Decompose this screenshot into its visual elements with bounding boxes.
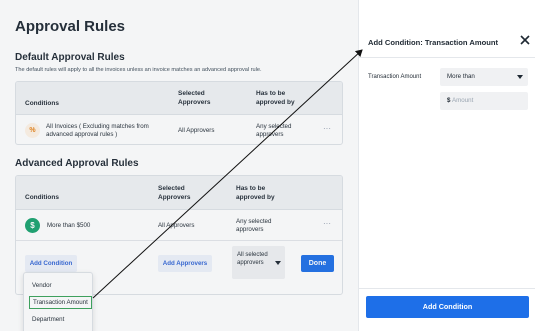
add-condition-panel: Add Condition: Transaction Amount Transa… [358, 0, 535, 331]
row-menu-icon[interactable]: ··· [323, 124, 331, 133]
advanced-rules-title: Advanced Approval Rules [15, 158, 139, 169]
dollar-icon: $ [25, 218, 40, 233]
add-approvers-button[interactable]: Add Approvers [158, 255, 212, 272]
rule-condition: All Invoices ( Excluding matches from ad… [46, 123, 149, 138]
col-approved-by: Has to be approved by [256, 90, 295, 106]
rule-condition: More than $500 [47, 222, 91, 229]
table-header: Conditions Selected Approvers Has to be … [16, 82, 342, 115]
default-rules-title: Default Approval Rules [15, 52, 125, 63]
col-approved-by: Has to be approved by [236, 185, 275, 201]
panel-divider [359, 57, 535, 58]
amount-input[interactable]: $ Amount [440, 92, 528, 110]
approval-rules-page: Approval Rules Default Approval Rules Th… [0, 0, 358, 331]
add-condition-submit-button[interactable]: Add Condition [366, 296, 529, 318]
rule-approved-by: Any selected approvers [256, 123, 292, 138]
col-conditions: Conditions [25, 100, 59, 107]
condition-type-dropdown: Vendor Transaction Amount Department [23, 272, 93, 331]
operator-select[interactable]: More than [440, 68, 528, 86]
done-button[interactable]: Done [301, 255, 334, 272]
table-header: Conditions Selected Approvers Has to be … [16, 176, 342, 210]
rule-approvers: All Approvers [178, 127, 215, 134]
dropdown-item-vendor[interactable]: Vendor [32, 282, 52, 289]
amount-placeholder: Amount [452, 97, 474, 104]
default-rules-description: The default rules will apply to all the … [15, 67, 262, 73]
add-condition-button[interactable]: Add Condition [25, 255, 77, 272]
currency-prefix: $ [447, 97, 451, 104]
page-title: Approval Rules [15, 18, 126, 35]
panel-footer-divider [359, 288, 535, 289]
approved-by-select-value: All selected approvers [237, 252, 268, 266]
rule-approvers: All Approvers [158, 222, 195, 229]
col-conditions: Conditions [25, 194, 59, 201]
operator-select-value: More than [447, 73, 475, 80]
percent-icon: % [25, 123, 40, 138]
row-divider [16, 240, 342, 241]
panel-title: Add Condition: Transaction Amount [368, 38, 499, 47]
col-selected-approvers: Selected Approvers [158, 185, 191, 201]
rule-approved-by: Any selected approvers [236, 218, 272, 233]
close-icon[interactable] [519, 34, 531, 46]
dropdown-item-transaction-amount[interactable]: Transaction Amount [29, 296, 92, 309]
approved-by-select[interactable]: All selected approvers [232, 246, 285, 279]
chevron-down-icon [517, 75, 523, 79]
dropdown-item-department[interactable]: Department [32, 316, 64, 323]
row-menu-icon[interactable]: ··· [323, 219, 331, 228]
chevron-down-icon [275, 261, 281, 265]
default-rules-table: Conditions Selected Approvers Has to be … [15, 81, 343, 145]
col-selected-approvers: Selected Approvers [178, 90, 211, 106]
transaction-amount-label: Transaction Amount [368, 74, 422, 80]
